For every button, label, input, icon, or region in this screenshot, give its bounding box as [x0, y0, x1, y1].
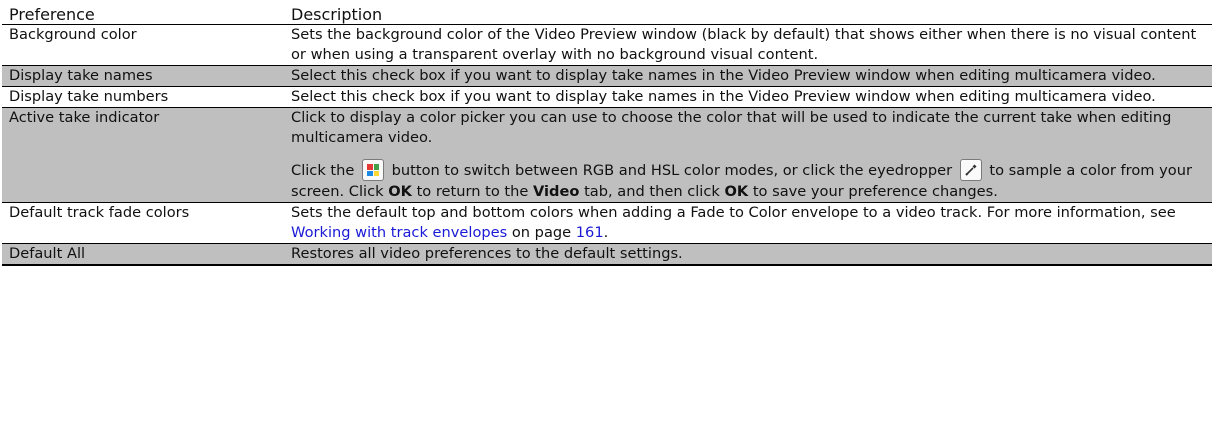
ok-label: OK: [724, 183, 749, 200]
preference-name: Display take names: [9, 67, 153, 84]
eyedropper-icon: [959, 159, 982, 181]
table-row: Display take names Select this check box…: [2, 65, 1212, 86]
preferences-table: Preference Description Background color …: [2, 6, 1212, 266]
rgb-hsl-toggle-icon: [362, 159, 385, 181]
preference-name: Display take numbers: [9, 88, 169, 105]
header-preference: Preference: [9, 5, 95, 24]
header-description: Description: [291, 5, 383, 24]
ok-label: OK: [388, 183, 412, 200]
description-paragraph: Click to display a color picker you can …: [291, 109, 1172, 146]
preference-description: Select this check box if you want to dis…: [291, 88, 1156, 105]
table-row: Display take numbers Select this check b…: [2, 86, 1212, 107]
video-tab-label: Video: [533, 183, 580, 200]
table-header: Preference Description: [2, 6, 1212, 24]
preference-description: Sets the background color of the Video P…: [291, 26, 1197, 63]
description-paragraph: Click the button to switch between RGB a…: [291, 159, 1206, 202]
preference-description: Restores all video preferences to the de…: [291, 245, 683, 262]
table-row: Default track fade colors Sets the defau…: [2, 202, 1212, 243]
preference-description: Sets the default top and bottom colors w…: [291, 204, 1176, 241]
preference-description: Select this check box if you want to dis…: [291, 67, 1156, 84]
preference-description: Click to display a color picker you can …: [291, 108, 1212, 202]
page-161-link[interactable]: 161: [576, 224, 604, 241]
table-row: Background color Sets the background col…: [2, 24, 1212, 65]
preference-name: Background color: [9, 26, 137, 43]
working-with-track-envelopes-link[interactable]: Working with track envelopes: [291, 224, 507, 241]
preference-name: Default track fade colors: [9, 204, 190, 221]
table-row: Default All Restores all video preferenc…: [2, 243, 1212, 266]
table-row: Active take indicator Click to display a…: [2, 107, 1212, 202]
preference-name: Default All: [9, 245, 86, 262]
preference-name: Active take indicator: [9, 109, 160, 126]
